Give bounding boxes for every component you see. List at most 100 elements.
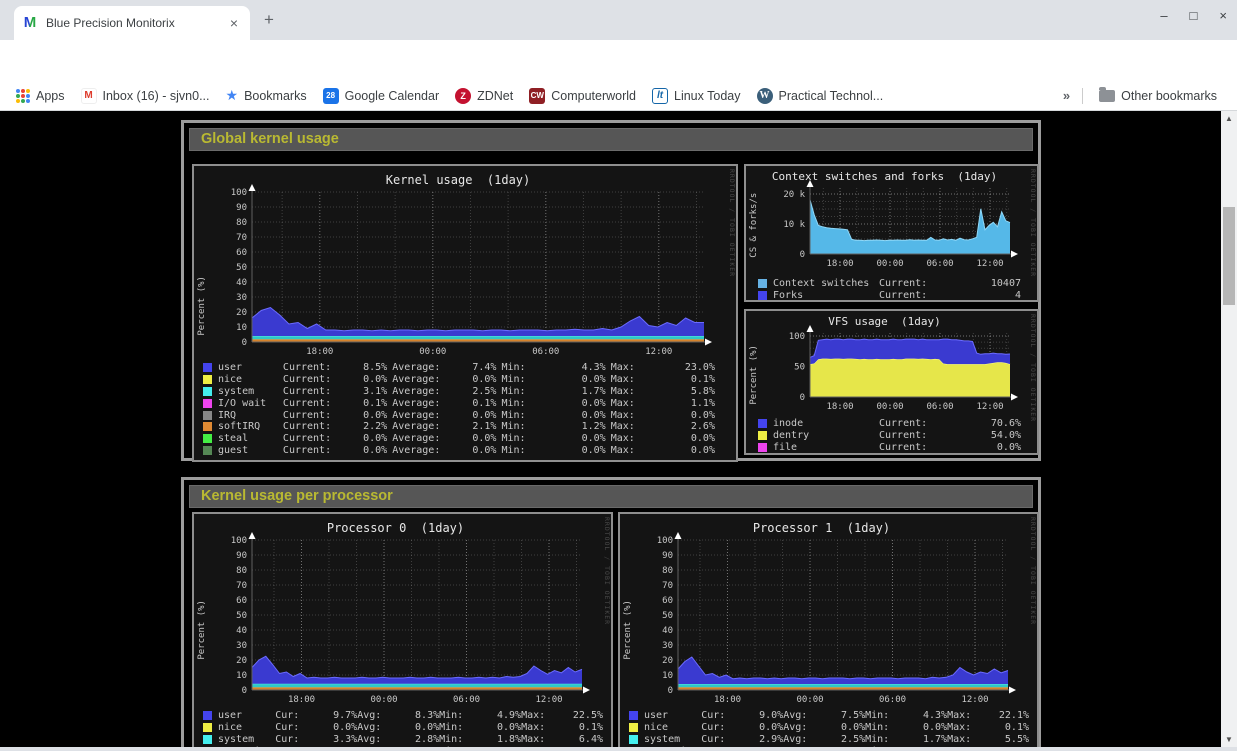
- legend-stat: Max:0.1%: [947, 722, 1029, 733]
- legend-stat: Min:4.3%: [501, 362, 605, 373]
- tab-close-icon[interactable]: ×: [226, 15, 242, 31]
- svg-text:06:00: 06:00: [926, 259, 953, 269]
- folder-icon: [1099, 90, 1115, 102]
- svg-text:100: 100: [231, 536, 247, 546]
- section-title: Kernel usage per processor: [190, 488, 393, 504]
- svg-text:06:00: 06:00: [926, 402, 953, 412]
- legend-series-name: guest: [218, 445, 283, 456]
- legend-row: IRQCurrent:0.0%Average:0.0%Min:0.0%Max:0…: [203, 409, 720, 421]
- legend-swatch: [629, 735, 638, 744]
- legend-stat: Avg:2.8%: [357, 734, 439, 745]
- bookmark-computerworld[interactable]: CW Computerworld: [529, 88, 636, 104]
- legend-row: I/O waitCurrent:0.1%Average:0.1%Min:0.0%…: [203, 397, 720, 409]
- legend-stat: Current:0.0%: [879, 442, 1021, 453]
- legend-stat: Max:0.0%: [611, 445, 715, 456]
- processor-0-graph[interactable]: Processor 0 (1day) Percent (%) 010203040…: [192, 512, 613, 747]
- chart-legend: userCur:9.0%Avg:7.5%Min:4.3%Max:22.1%nic…: [629, 710, 1029, 747]
- browser-tab[interactable]: M Blue Precision Monitorix ×: [14, 6, 250, 40]
- legend-series-name: Forks: [773, 290, 879, 301]
- new-tab-button[interactable]: +: [264, 10, 274, 30]
- legend-row: inodeCurrent:70.6%: [758, 418, 1021, 430]
- legend-swatch: [758, 291, 767, 300]
- window-minimize-button[interactable]: –: [1160, 8, 1167, 23]
- bookmark-zdnet[interactable]: Z ZDNet: [455, 88, 513, 104]
- legend-stat: Avg:7.5%: [783, 710, 865, 721]
- svg-text:80: 80: [236, 218, 247, 228]
- bookmark-inbox[interactable]: M Inbox (16) - sjvn0...: [81, 88, 210, 104]
- monitorix-favicon: M: [22, 15, 38, 31]
- svg-text:00:00: 00:00: [796, 695, 823, 705]
- bookmark-practical-technology[interactable]: W Practical Technol...: [757, 88, 884, 104]
- legend-stat: Avg:2.5%: [783, 734, 865, 745]
- svg-text:60: 60: [236, 248, 247, 258]
- legend-stat: Max:23.0%: [611, 362, 715, 373]
- linux-today-icon: lt: [652, 88, 668, 104]
- rrdtool-watermark: RRDTOOL / TOBI OETIKER: [603, 517, 611, 625]
- svg-text:0: 0: [668, 686, 673, 696]
- legend-stat: Average:0.0%: [392, 445, 496, 456]
- legend-stat: Avg:0.0%: [357, 722, 439, 733]
- svg-text:0: 0: [800, 250, 805, 260]
- legend-row: softIRQCurrent:2.2%Average:2.1%Min:1.2%M…: [203, 421, 720, 433]
- legend-stat: Min:4.3%: [865, 710, 947, 721]
- legend-row: guestCurrent:0.0%Average:0.0%Min:0.0%Max…: [203, 445, 720, 457]
- legend-series-name: dentry: [773, 430, 879, 441]
- svg-text:20 k: 20 k: [783, 190, 805, 200]
- svg-text:90: 90: [662, 551, 673, 561]
- bookmark-bookmarks[interactable]: ★ Bookmarks: [226, 87, 307, 104]
- svg-text:20: 20: [236, 308, 247, 318]
- svg-text:50: 50: [236, 263, 247, 273]
- window-maximize-button[interactable]: □: [1190, 8, 1198, 23]
- legend-series-name: system: [218, 734, 275, 745]
- legend-stat: Cur:2.9%: [701, 734, 783, 745]
- scrollbar-up-arrow[interactable]: ▲: [1221, 114, 1237, 123]
- kernel-usage-graph[interactable]: Kernel usage (1day) Percent (%) 01020304…: [192, 164, 738, 462]
- svg-text:100: 100: [657, 536, 673, 546]
- bookmarks-overflow-chevron[interactable]: »: [1063, 88, 1070, 103]
- svg-text:80: 80: [236, 566, 247, 576]
- svg-text:50: 50: [236, 611, 247, 621]
- page-scrollbar[interactable]: ▲ ▼: [1221, 111, 1237, 747]
- svg-text:30: 30: [236, 293, 247, 303]
- svg-text:12:00: 12:00: [976, 402, 1003, 412]
- window-close-button[interactable]: ×: [1219, 8, 1227, 23]
- legend-series-name: softIRQ: [218, 421, 283, 432]
- bookmark-google-calendar[interactable]: 28 Google Calendar: [323, 88, 440, 104]
- svg-text:0: 0: [242, 686, 247, 696]
- legend-swatch: [758, 431, 767, 440]
- bookmark-linux-today[interactable]: lt Linux Today: [652, 88, 741, 104]
- legend-row: fileCurrent:0.0%: [758, 442, 1021, 454]
- section-title: Global kernel usage: [190, 131, 339, 147]
- svg-text:00:00: 00:00: [876, 402, 903, 412]
- legend-stat: Min:1.7%: [501, 386, 605, 397]
- legend-stat: Average:2.5%: [392, 386, 496, 397]
- section-global-kernel-usage: Global kernel usage Kernel usage (1day) …: [181, 120, 1041, 461]
- processor-1-graph[interactable]: Processor 1 (1day) Percent (%) 010203040…: [618, 512, 1039, 747]
- legend-swatch: [758, 443, 767, 452]
- section-header: Global kernel usage: [189, 128, 1033, 151]
- svg-text:100: 100: [789, 332, 805, 342]
- legend-stat: Max:1.1%: [611, 398, 715, 409]
- legend-stat: Max:0.0%: [611, 433, 715, 444]
- scrollbar-thumb[interactable]: [1223, 207, 1235, 305]
- legend-series-name: Context switches: [773, 278, 879, 289]
- legend-stat: Current:8.5%: [283, 362, 387, 373]
- star-icon: ★: [226, 87, 239, 104]
- legend-stat: Max:2.6%: [611, 421, 715, 432]
- legend-stat: Current:0.0%: [283, 374, 387, 385]
- scrollbar-down-arrow[interactable]: ▼: [1221, 735, 1237, 744]
- legend-row: niceCurrent:0.0%Average:0.0%Min:0.0%Max:…: [203, 374, 720, 386]
- other-bookmarks-button[interactable]: Other bookmarks: [1099, 89, 1217, 103]
- legend-stat: Min:0.0%: [501, 374, 605, 385]
- rrdtool-watermark: RRDTOOL / TOBI OETIKER: [1029, 314, 1037, 422]
- legend-series-name: user: [218, 362, 283, 373]
- vfs-usage-graph[interactable]: VFS usage (1day) Percent (%) 05010018:00…: [744, 309, 1039, 455]
- svg-text:18:00: 18:00: [826, 402, 853, 412]
- tab-title: Blue Precision Monitorix: [46, 16, 226, 30]
- bookmark-apps[interactable]: Apps: [16, 89, 65, 103]
- legend-row: systemCur:2.9%Avg:2.5%Min:1.7%Max:5.5%: [629, 734, 1029, 746]
- context-switches-graph[interactable]: Context switches and forks (1day) CS & f…: [744, 164, 1039, 302]
- legend-stat: Average:0.1%: [392, 398, 496, 409]
- legend-stat: Max:22.5%: [521, 710, 603, 721]
- svg-text:20: 20: [236, 656, 247, 666]
